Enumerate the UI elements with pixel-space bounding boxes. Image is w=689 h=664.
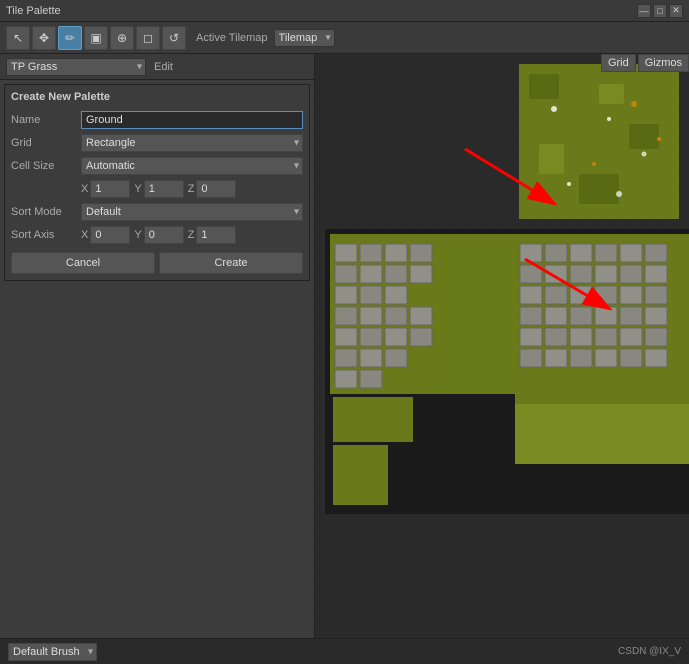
grid-label: Grid — [11, 137, 81, 149]
rect-tool-button[interactable]: ▣ — [84, 26, 108, 50]
brush-dropdown-wrapper: Default Brush — [8, 643, 97, 661]
cell-size-xyz-group: X Y Z — [81, 180, 236, 198]
cell-size-xyz-row: X Y Z — [11, 180, 303, 198]
grid-select[interactable]: Rectangle Hexagonal Isometric — [81, 134, 303, 152]
cancel-button[interactable]: Cancel — [11, 252, 155, 274]
cell-size-z-item: Z — [188, 180, 237, 198]
main-area: TP Grass Edit Create New Palette Name Gr… — [0, 54, 689, 638]
tile-preview-upper — [519, 64, 679, 219]
cell-size-y-input[interactable] — [144, 180, 184, 198]
cell-size-x-label: X — [81, 183, 88, 195]
main-toolbar: ↖ ✥ ✏ ▣ ⊕ ◻ ↺ Active Tilemap Tilemap — [0, 22, 689, 54]
attribution-text: CSDN @IX_V — [618, 646, 681, 657]
grid-gizmos-fixed: Grid Gizmos — [601, 54, 689, 72]
left-panel: TP Grass Edit Create New Palette Name Gr… — [0, 54, 315, 638]
status-bar: Default Brush CSDN @IX_V — [0, 638, 689, 664]
sort-axis-row: Sort Axis X Y Z — [11, 226, 303, 244]
dialog-buttons: Cancel Create — [11, 252, 303, 274]
cell-size-x-input[interactable] — [90, 180, 130, 198]
sort-mode-select[interactable]: Default Custom — [81, 203, 303, 221]
palette-header: TP Grass Edit — [0, 54, 314, 80]
gizmos-button-fixed[interactable]: Gizmos — [638, 54, 689, 72]
sort-axis-z-label: Z — [188, 229, 195, 241]
sort-axis-x-input[interactable] — [90, 226, 130, 244]
tilemap-svg — [325, 229, 689, 514]
cell-size-y-item: Y — [134, 180, 183, 198]
window-title: Tile Palette — [6, 5, 61, 17]
palette-dropdown-wrapper: TP Grass — [6, 58, 146, 76]
sort-axis-z-input[interactable] — [196, 226, 236, 244]
name-label: Name — [11, 114, 81, 126]
select-tool-button[interactable]: ↖ — [6, 26, 30, 50]
name-row: Name — [11, 111, 303, 129]
sort-mode-label: Sort Mode — [11, 206, 81, 218]
maximize-button[interactable]: □ — [653, 4, 667, 18]
cell-size-row: Cell Size Automatic Manual — [11, 157, 303, 175]
grid-row: Grid Rectangle Hexagonal Isometric — [11, 134, 303, 152]
create-button[interactable]: Create — [159, 252, 303, 274]
brush-select[interactable]: Default Brush — [8, 643, 97, 661]
dialog-title: Create New Palette — [11, 91, 303, 103]
close-button[interactable]: ✕ — [669, 4, 683, 18]
tilemap-select[interactable]: Tilemap — [274, 29, 335, 47]
pick-tool-button[interactable]: ⊕ — [110, 26, 134, 50]
window-controls: — □ ✕ — [637, 4, 683, 18]
canvas-area[interactable]: Grid Gizmos — [315, 54, 689, 638]
sort-axis-x-label: X — [81, 229, 88, 241]
name-input[interactable] — [81, 111, 303, 129]
sort-mode-dropdown-wrapper: Default Custom — [81, 203, 303, 221]
palette-select[interactable]: TP Grass — [6, 58, 146, 76]
sort-axis-y-item: Y — [134, 226, 183, 244]
minimize-button[interactable]: — — [637, 4, 651, 18]
cell-size-label: Cell Size — [11, 160, 81, 172]
cell-size-y-label: Y — [134, 183, 141, 195]
grid-button-fixed[interactable]: Grid — [601, 54, 636, 72]
tilemap-dropdown-wrapper: Tilemap — [270, 29, 335, 47]
paint-tool-button[interactable]: ✏ — [58, 26, 82, 50]
active-tilemap-label: Active Tilemap — [196, 32, 268, 44]
create-new-palette-dialog: Create New Palette Name Grid Rectangle H… — [4, 84, 310, 281]
cell-size-x-item: X — [81, 180, 130, 198]
sort-axis-y-label: Y — [134, 229, 141, 241]
move-tool-button[interactable]: ✥ — [32, 26, 56, 50]
title-bar: Tile Palette — □ ✕ — [0, 0, 689, 22]
grass-preview-svg — [519, 64, 679, 219]
erase-tool-button[interactable]: ◻ — [136, 26, 160, 50]
sort-mode-row: Sort Mode Default Custom — [11, 203, 303, 221]
cell-size-z-label: Z — [188, 183, 195, 195]
tilemap-lower — [325, 229, 689, 514]
sort-axis-label: Sort Axis — [11, 229, 54, 241]
sort-axis-x-item: X — [81, 226, 130, 244]
edit-button[interactable]: Edit — [154, 61, 173, 73]
cell-size-z-input[interactable] — [196, 180, 236, 198]
sort-axis-z-item: Z — [188, 226, 237, 244]
sort-axis-y-input[interactable] — [144, 226, 184, 244]
grid-dropdown-wrapper: Rectangle Hexagonal Isometric — [81, 134, 303, 152]
sort-axis-xyz-group: X Y Z — [81, 226, 236, 244]
cell-size-dropdown-wrapper: Automatic Manual — [81, 157, 303, 175]
fill-tool-button[interactable]: ↺ — [162, 26, 186, 50]
cell-size-select[interactable]: Automatic Manual — [81, 157, 303, 175]
